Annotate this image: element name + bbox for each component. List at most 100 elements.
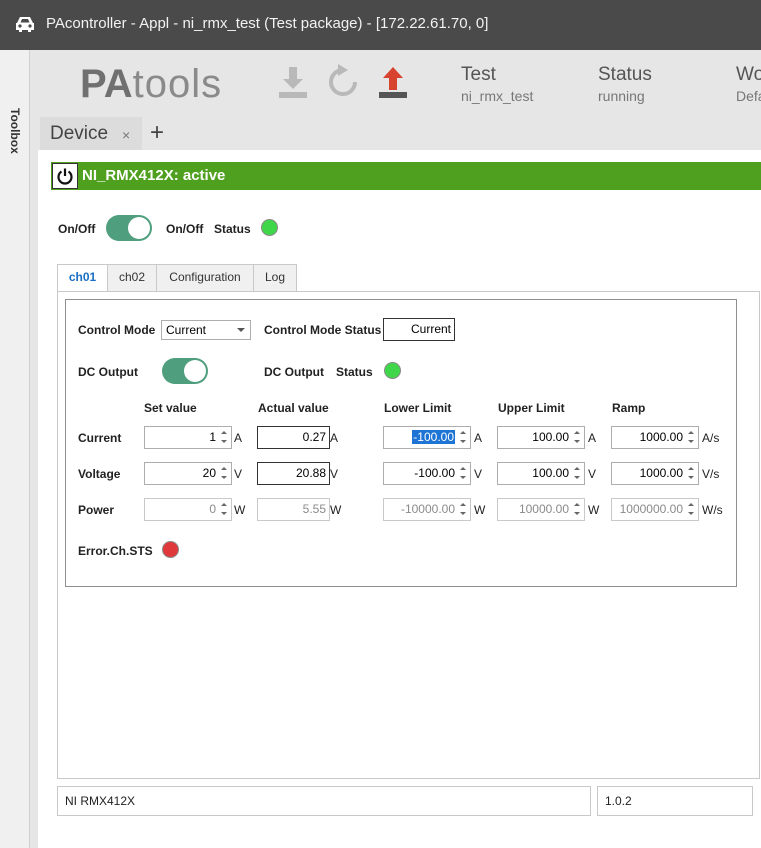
toolbox-panel[interactable]: Toolbox (0, 50, 30, 848)
col-lower-limit: Lower Limit (384, 401, 452, 415)
dc-output-status-led (384, 362, 401, 379)
power-ramp-value: 1000000.00 (619, 502, 683, 516)
control-mode-select[interactable]: Current (161, 320, 251, 340)
spin-up-icon[interactable] (458, 464, 469, 473)
status-info: Status running (598, 64, 652, 104)
power-button[interactable] (52, 163, 78, 189)
spin-down-icon[interactable] (458, 438, 469, 447)
status-value: running (598, 88, 645, 104)
upload-icon[interactable] (376, 64, 410, 100)
spin-down-icon[interactable] (686, 474, 697, 483)
tab-ch01[interactable]: ch01 (57, 264, 108, 292)
test-value: ni_rmx_test (461, 88, 534, 104)
onoff-status-label: On/Off (166, 222, 204, 236)
tab-log[interactable]: Log (253, 264, 297, 291)
voltage-ramp-value: 1000.00 (639, 466, 683, 480)
voltage-ramp-unit: V/s (702, 467, 720, 481)
spin-up-icon[interactable] (572, 464, 583, 473)
chevron-down-icon (237, 328, 245, 332)
col-upper-limit: Upper Limit (498, 401, 565, 415)
status-key: Status (598, 64, 652, 85)
wo-value: Defa (736, 88, 761, 104)
voltage-set-unit: V (234, 467, 243, 481)
error-ch-sts-label: Error.Ch.STS (78, 544, 153, 558)
current-actual-unit: A (330, 431, 339, 445)
car-icon (16, 17, 34, 32)
spin-up-icon[interactable] (686, 428, 697, 437)
current-set-value: 1 (209, 430, 216, 444)
power-icon (57, 168, 73, 185)
current-actual-value: 0.27 (257, 426, 330, 449)
device-model-field: NI RMX412X (57, 786, 591, 816)
current-set-unit: A (234, 431, 243, 445)
tab-device-label: Device (50, 123, 109, 144)
spin-down-icon[interactable] (572, 438, 583, 447)
power-set-input: 0 (144, 498, 232, 521)
row-label-voltage: Voltage (78, 467, 121, 481)
spin-down-icon[interactable] (458, 474, 469, 483)
current-ramp-input[interactable]: 1000.00 (611, 426, 699, 449)
dc-output-status-label: DC Output (264, 365, 324, 379)
patools-logo: PAtools (80, 62, 222, 107)
tab-device[interactable]: Device × (40, 117, 142, 150)
dc-output-status-word: Status (336, 365, 373, 379)
spin-up-icon[interactable] (219, 428, 230, 437)
spin-down-icon (458, 510, 469, 519)
current-upper-input[interactable]: 100.00 (497, 426, 585, 449)
power-ramp-unit: W/s (702, 503, 723, 517)
title-bar: PAcontroller - Appl - ni_rmx_test (Test … (0, 0, 761, 50)
voltage-actual-value: 20.88 (257, 462, 330, 485)
power-upper-input: 10000.00 (497, 498, 585, 521)
test-info: Test ni_rmx_test (461, 64, 533, 104)
current-set-input[interactable]: 1 (144, 426, 232, 449)
voltage-upper-unit: V (588, 467, 597, 481)
tab-ch02[interactable]: ch02 (107, 264, 157, 291)
current-ramp-value: 1000.00 (639, 430, 683, 444)
spin-up-icon[interactable] (458, 428, 469, 437)
add-tab-button[interactable]: + (150, 119, 164, 147)
power-actual-value: 5.55 (257, 498, 330, 521)
voltage-upper-input[interactable]: 100.00 (497, 462, 585, 485)
voltage-lower-input[interactable]: -100.00 (383, 462, 471, 485)
power-actual-unit: W (330, 503, 342, 517)
logo-light: tools (132, 62, 223, 106)
spin-up-icon[interactable] (686, 464, 697, 473)
col-set-value: Set value (144, 401, 197, 415)
spin-up-icon[interactable] (572, 428, 583, 437)
voltage-set-input[interactable]: 20 (144, 462, 232, 485)
current-lower-unit: A (474, 431, 483, 445)
spin-up-icon (686, 500, 697, 509)
spin-down-icon (572, 510, 583, 519)
channel-page: Control Mode Current Control Mode Status… (57, 291, 760, 779)
power-set-unit: W (234, 503, 246, 517)
spin-up-icon (458, 500, 469, 509)
refresh-icon[interactable] (326, 64, 360, 100)
voltage-ramp-input[interactable]: 1000.00 (611, 462, 699, 485)
power-set-value: 0 (209, 502, 216, 516)
test-key: Test (461, 64, 496, 85)
spin-down-icon[interactable] (572, 474, 583, 483)
close-icon[interactable]: × (122, 127, 130, 143)
tab-configuration[interactable]: Configuration (156, 264, 254, 291)
spin-up-icon[interactable] (219, 464, 230, 473)
toolbox-label[interactable]: Toolbox (8, 108, 22, 154)
spin-up-icon (219, 500, 230, 509)
control-mode-status-label: Control Mode Status (264, 323, 382, 337)
current-upper-unit: A (588, 431, 597, 445)
wo-info: Wo Defa (736, 64, 761, 104)
logo-bold: PA (80, 62, 133, 106)
voltage-upper-value: 100.00 (532, 466, 569, 480)
current-ramp-unit: A/s (702, 431, 720, 445)
onoff-toggle[interactable] (106, 215, 152, 241)
spin-up-icon (572, 500, 583, 509)
current-lower-input[interactable]: -100.00 (383, 426, 471, 449)
dc-output-toggle[interactable] (162, 358, 208, 384)
onoff-status-led (261, 219, 278, 236)
spin-down-icon[interactable] (219, 474, 230, 483)
spin-down-icon (686, 510, 697, 519)
control-mode-status-value: Current (383, 318, 455, 341)
download-icon[interactable] (276, 64, 310, 100)
row-label-current: Current (78, 431, 122, 445)
spin-down-icon[interactable] (219, 438, 230, 447)
spin-down-icon[interactable] (686, 438, 697, 447)
